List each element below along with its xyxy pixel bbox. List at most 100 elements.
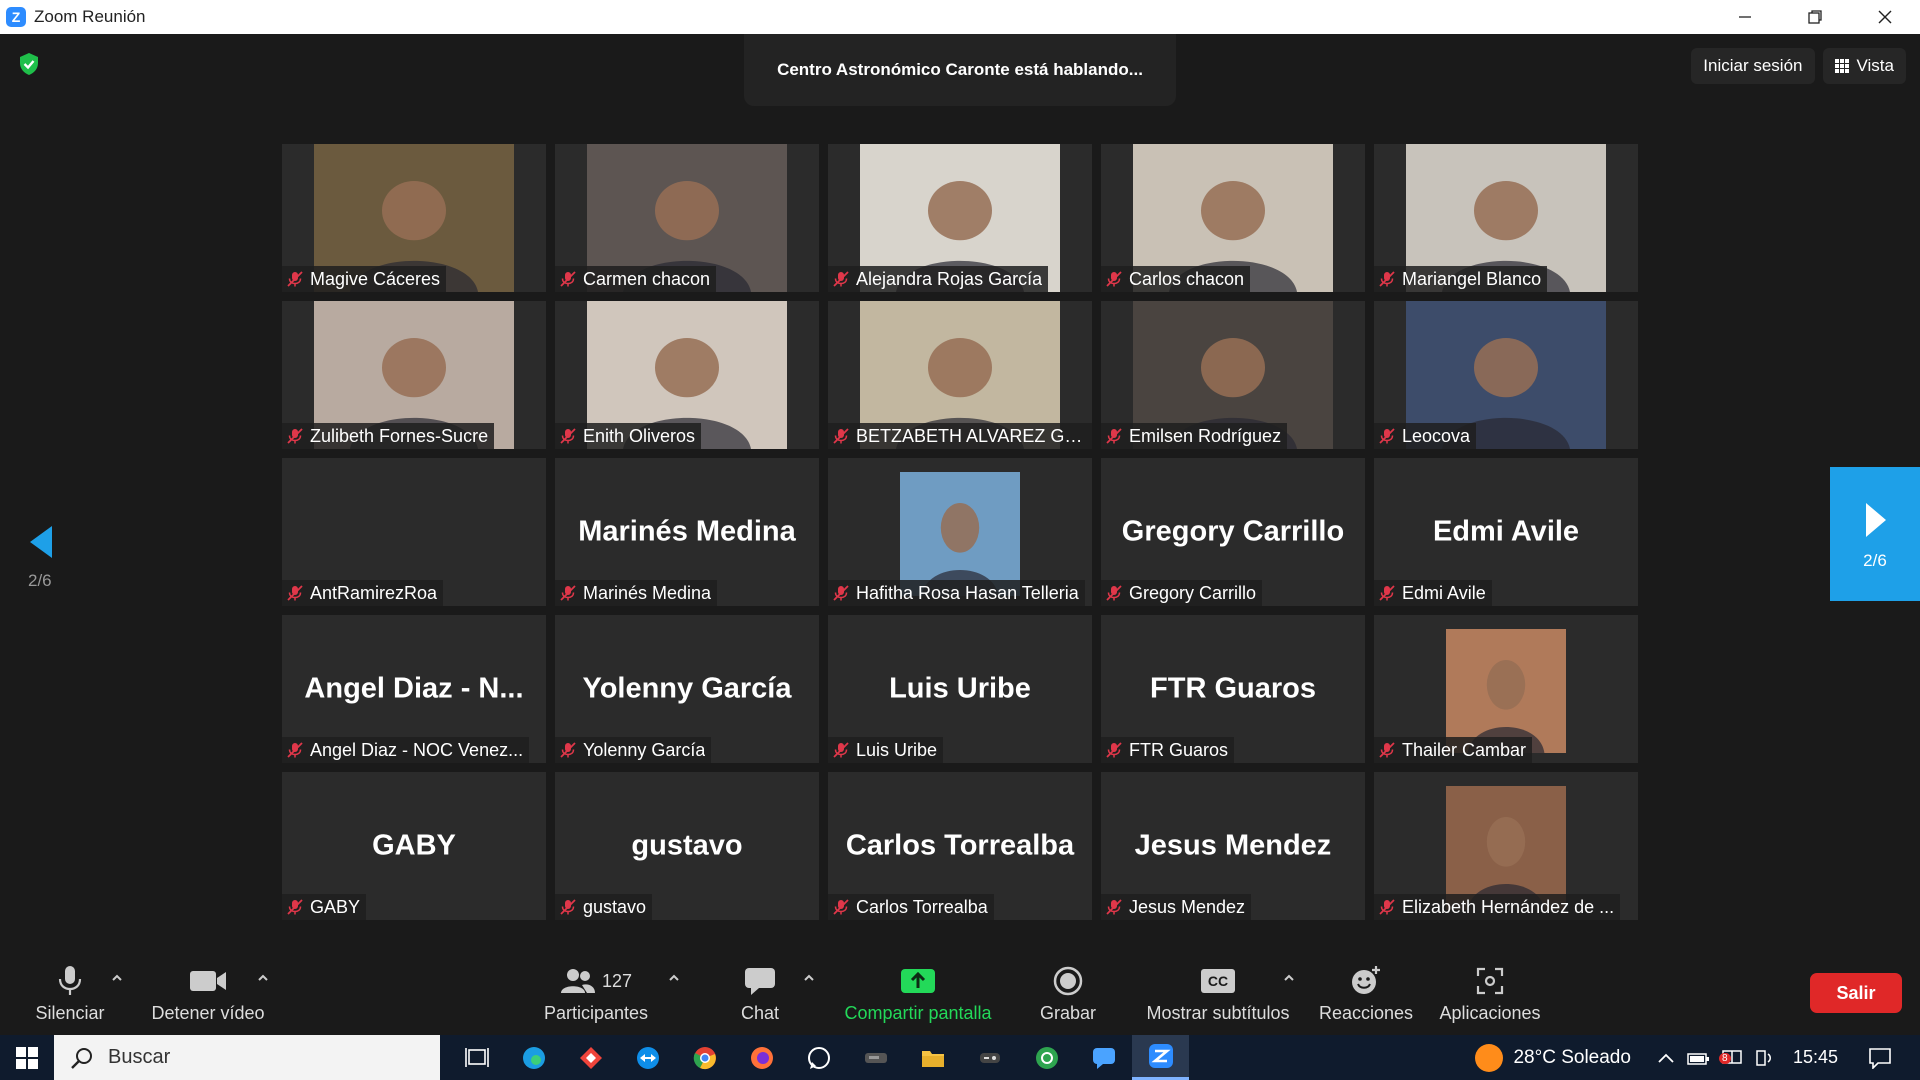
minimize-button[interactable] <box>1710 0 1780 34</box>
participants-count: 127 <box>601 970 633 991</box>
video-options-caret-icon[interactable] <box>256 973 270 983</box>
participant-name: Alejandra Rojas García <box>856 268 1043 289</box>
participant-tile[interactable]: Elizabeth Hernández de ... <box>1374 772 1638 920</box>
security-shield-icon[interactable] <box>18 52 40 76</box>
chrome-browser-icon <box>693 1046 716 1069</box>
participant-tile[interactable]: Enith Oliveros <box>555 301 819 449</box>
taskbar-search-box[interactable]: Buscar <box>54 1035 440 1080</box>
participant-name: Yolenny García <box>583 739 706 760</box>
participant-tile[interactable]: gustavo gustavo <box>555 772 819 920</box>
participant-tile[interactable]: Edmi Avile Edmi Avile <box>1374 458 1638 606</box>
participant-tile[interactable]: Carmen chacon <box>555 144 819 292</box>
participant-name-bar: gustavo <box>555 894 653 920</box>
participant-tile[interactable]: GABY GABY <box>282 772 546 920</box>
captions-options-caret-icon[interactable] <box>1282 973 1296 983</box>
notification-center-icon[interactable] <box>1868 1047 1892 1069</box>
participant-name-bar: Magive Cáceres <box>282 266 447 292</box>
speaker-icon[interactable] <box>1753 1048 1775 1068</box>
participant-name: Elizabeth Hernández de ... <box>1402 896 1615 917</box>
participant-tile[interactable]: Angel Diaz - N... Angel Diaz - NOC Venez.… <box>282 615 546 763</box>
participant-tile[interactable]: Yolenny García Yolenny García <box>555 615 819 763</box>
participant-name-bar: Enith Oliveros <box>555 423 702 449</box>
participant-name-bar: Leocova <box>1374 423 1477 449</box>
chevron-up-icon[interactable] <box>1657 1052 1675 1064</box>
mute-button[interactable]: Silenciar <box>30 955 110 1035</box>
muted-microphone-icon <box>1379 271 1395 287</box>
weather-text[interactable]: 28°C Soleado <box>1513 1047 1630 1069</box>
taskbar-zoom[interactable] <box>1132 1035 1189 1080</box>
taskbar-app-game[interactable] <box>961 1035 1018 1080</box>
participant-tile[interactable]: Thailer Cambar <box>1374 615 1638 763</box>
taskbar-firefox[interactable] <box>733 1035 790 1080</box>
muted-microphone-icon <box>1106 585 1122 601</box>
captions-button[interactable]: CC Mostrar subtítulos <box>1138 955 1298 1035</box>
participant-display-name: FTR Guaros <box>1150 672 1316 705</box>
participants-button[interactable]: 127 Participantes <box>538 955 654 1035</box>
participant-name-bar: Emilsen Rodríguez <box>1101 423 1288 449</box>
taskbar-chrome[interactable] <box>676 1035 733 1080</box>
chat-options-caret-icon[interactable] <box>802 973 816 983</box>
participant-tile[interactable]: Carlos Torrealba Carlos Torrealba <box>828 772 1092 920</box>
next-page-button[interactable]: 2/6 <box>1830 467 1920 601</box>
audio-options-caret-icon[interactable] <box>110 973 124 983</box>
close-button[interactable] <box>1850 0 1920 34</box>
participant-tile[interactable]: Magive Cáceres <box>282 144 546 292</box>
participant-name: Leocova <box>1402 425 1471 446</box>
participant-name: Hafitha Rosa Hasan Telleria <box>856 582 1079 603</box>
clock-time[interactable]: 15:45 <box>1793 1047 1838 1068</box>
participant-tile[interactable]: Zulibeth Fornes-Sucre <box>282 301 546 449</box>
taskbar-edge[interactable] <box>505 1035 562 1080</box>
participant-tile[interactable]: Mariangel Blanco <box>1374 144 1638 292</box>
firefox-browser-icon <box>750 1046 773 1069</box>
muted-microphone-icon <box>287 899 303 915</box>
participant-tile[interactable]: Hafitha Rosa Hasan Telleria <box>828 458 1092 606</box>
share-screen-button[interactable]: Compartir pantalla <box>834 955 1002 1035</box>
participant-tile[interactable]: Jesus Mendez Jesus Mendez <box>1101 772 1365 920</box>
participant-tile[interactable]: Marinés Medina Marinés Medina <box>555 458 819 606</box>
notification-app-icon[interactable]: 8 <box>1718 1045 1743 1071</box>
participant-tile[interactable]: Luis Uribe Luis Uribe <box>828 615 1092 763</box>
participant-name: Marinés Medina <box>583 582 712 603</box>
taskbar-anydesk[interactable] <box>562 1035 619 1080</box>
taskbar-app-green[interactable] <box>1018 1035 1075 1080</box>
participant-name: Enith Oliveros <box>583 425 696 446</box>
participant-tile[interactable]: Leocova <box>1374 301 1638 449</box>
record-button[interactable]: Grabar <box>1028 955 1108 1035</box>
muted-microphone-icon <box>833 585 849 601</box>
taskbar-teamviewer[interactable] <box>619 1035 676 1080</box>
sign-in-button[interactable]: Iniciar sesión <box>1691 48 1815 84</box>
stop-video-button[interactable]: Detener vídeo <box>144 955 272 1035</box>
apps-button[interactable]: Aplicaciones <box>1436 955 1544 1035</box>
participant-tile[interactable]: Alejandra Rojas García <box>828 144 1092 292</box>
taskbar-app-chat[interactable] <box>1075 1035 1132 1080</box>
taskbar-whatsapp[interactable] <box>790 1035 847 1080</box>
participants-options-caret-icon[interactable] <box>667 973 681 983</box>
taskbar-app-dark[interactable] <box>847 1035 904 1080</box>
muted-microphone-icon <box>560 899 576 915</box>
leave-meeting-button[interactable]: Salir <box>1810 973 1902 1013</box>
participant-name: gustavo <box>583 896 647 917</box>
participant-tile[interactable]: Carlos chacon <box>1101 144 1365 292</box>
participant-name: Gregory Carrillo <box>1129 582 1257 603</box>
restore-button[interactable] <box>1780 0 1850 34</box>
participant-name: Mariangel Blanco <box>1402 268 1542 289</box>
participant-tile[interactable]: AntRamirezRoa <box>282 458 546 606</box>
view-button[interactable]: Vista <box>1822 48 1906 84</box>
participant-tile[interactable]: Emilsen Rodríguez <box>1101 301 1365 449</box>
apps-label: Aplicaciones <box>1439 1003 1541 1023</box>
chat-app-icon <box>1092 1047 1115 1069</box>
battery-icon[interactable] <box>1687 1050 1711 1066</box>
reactions-button[interactable]: Reacciones <box>1318 955 1414 1035</box>
title-bar: Z Zoom Reunión <box>0 0 1920 34</box>
taskbar-file-explorer[interactable] <box>904 1035 961 1080</box>
task-view-button[interactable] <box>448 1035 505 1080</box>
game-app-icon <box>979 1052 1000 1063</box>
close-icon <box>1878 10 1892 24</box>
chat-button[interactable]: Chat <box>720 955 800 1035</box>
start-button[interactable] <box>0 1035 54 1080</box>
participant-tile[interactable]: Gregory Carrillo Gregory Carrillo <box>1101 458 1365 606</box>
previous-page-button[interactable] <box>26 512 62 572</box>
sign-in-label: Iniciar sesión <box>1703 56 1803 75</box>
participant-tile[interactable]: BETZABETH ALVAREZ GA... <box>828 301 1092 449</box>
participant-tile[interactable]: FTR Guaros FTR Guaros <box>1101 615 1365 763</box>
